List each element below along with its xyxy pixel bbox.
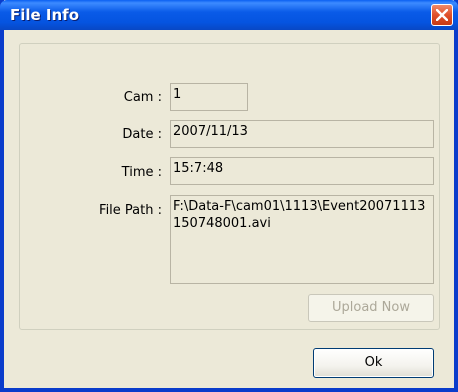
close-icon	[436, 9, 448, 21]
time-field: 15:7:48	[170, 157, 434, 185]
file-info-dialog: File Info Cam : 1 Date : 2007/11/13 Time…	[0, 0, 458, 392]
ok-button[interactable]: Ok	[313, 348, 434, 378]
window-title: File Info	[10, 6, 80, 24]
close-button[interactable]	[431, 4, 453, 26]
cam-label: Cam :	[123, 90, 162, 105]
time-label: Time :	[121, 165, 162, 180]
file-path-label: File Path :	[99, 203, 162, 218]
cam-field: 1	[170, 83, 248, 111]
file-path-field: F:\Data-F\cam01\1113\Event20071113150748…	[170, 195, 434, 284]
date-label: Date :	[122, 127, 162, 142]
date-field: 2007/11/13	[170, 120, 434, 148]
upload-now-button[interactable]: Upload Now	[308, 294, 434, 322]
title-bar[interactable]: File Info	[0, 0, 458, 30]
